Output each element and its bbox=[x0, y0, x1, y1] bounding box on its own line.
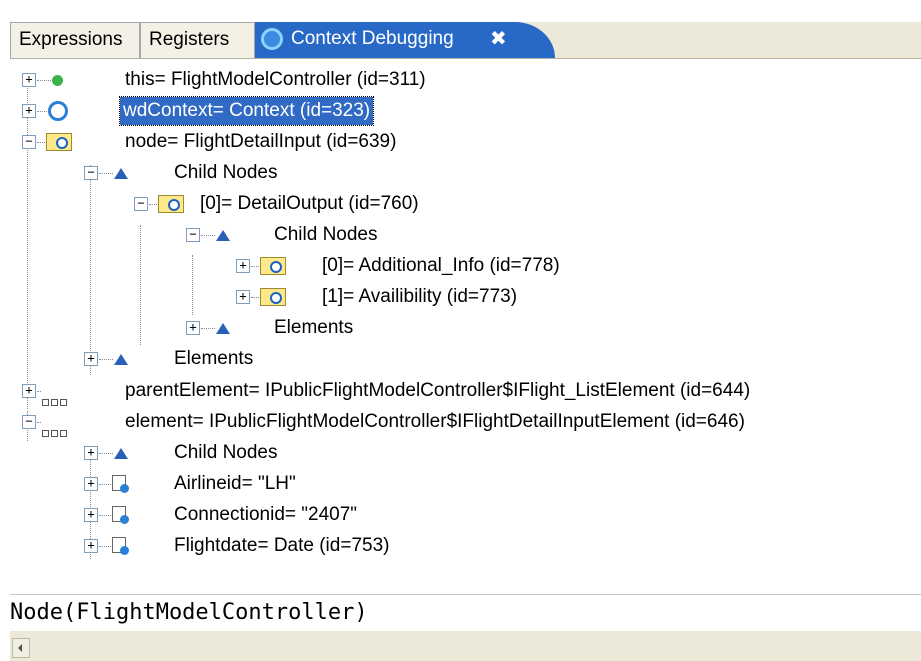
tab-expressions[interactable]: Expressions bbox=[10, 22, 140, 58]
expand-icon[interactable]: + bbox=[84, 446, 98, 460]
detail-pane: Node(FlightModelController) bbox=[10, 594, 921, 631]
horizontal-scrollbar[interactable] bbox=[10, 631, 921, 661]
expand-icon[interactable]: + bbox=[84, 352, 98, 366]
child-nodes-triangle-icon bbox=[114, 448, 128, 459]
tree-row-label: wdContext= Context (id=323) bbox=[118, 96, 375, 126]
expand-icon[interactable]: + bbox=[22, 73, 36, 87]
tree-row-flightdate[interactable]: + Flightdate= Date (id=753) bbox=[10, 532, 910, 560]
attribute-icon bbox=[112, 475, 129, 493]
tree-row-child-nodes[interactable]: − Child Nodes bbox=[10, 221, 910, 249]
tree-row-element[interactable]: − element= IPublicFlightModelController$… bbox=[10, 408, 910, 437]
collapse-icon[interactable]: − bbox=[22, 415, 36, 429]
close-icon[interactable]: ✖ bbox=[490, 22, 507, 56]
tree-row-parent-element[interactable]: + parentElement= IPublicFlightModelContr… bbox=[10, 377, 910, 406]
detail-text: Node(FlightModelController) bbox=[10, 600, 368, 625]
expand-icon[interactable]: + bbox=[236, 290, 250, 304]
tree-row-wdcontext[interactable]: + wdContext= Context (id=323) bbox=[10, 96, 910, 126]
tree-row-label: Child Nodes bbox=[274, 224, 378, 245]
tree-row-label: Airlineid= "LH" bbox=[174, 473, 296, 494]
tree-row-label: [0]= Additional_Info (id=778) bbox=[322, 255, 560, 276]
tree-row-elements[interactable]: + Elements bbox=[10, 314, 910, 342]
elements-triangle-icon bbox=[114, 354, 128, 365]
tree-row-connectionid[interactable]: + Connectionid= "2407" bbox=[10, 501, 910, 529]
tree-row-label: Child Nodes bbox=[174, 162, 278, 183]
tree-row-label: [0]= DetailOutput (id=760) bbox=[200, 193, 419, 214]
tab-bar: Expressions Registers Context Debugging … bbox=[0, 0, 921, 59]
collapse-icon[interactable]: − bbox=[186, 228, 200, 242]
element-dots-icon bbox=[42, 418, 68, 437]
tree-row-label: Flightdate= Date (id=753) bbox=[174, 535, 390, 556]
node-folder-icon bbox=[260, 288, 286, 306]
tree-row-label: [1]= Availibility (id=773) bbox=[322, 286, 518, 307]
tree-row-child-nodes[interactable]: − Child Nodes bbox=[10, 159, 910, 187]
attribute-icon bbox=[112, 506, 129, 524]
tab-strip: Expressions Registers Context Debugging … bbox=[10, 22, 921, 59]
tree-row-airlineid[interactable]: + Airlineid= "LH" bbox=[10, 470, 910, 498]
child-nodes-triangle-icon bbox=[114, 168, 128, 179]
tree-row-detail-output[interactable]: − [0]= DetailOutput (id=760) bbox=[10, 190, 910, 218]
context-circle-icon bbox=[48, 101, 68, 121]
tab-registers[interactable]: Registers bbox=[140, 22, 255, 58]
tree-row-node[interactable]: − node= FlightDetailInput (id=639) bbox=[10, 128, 910, 156]
tree-row-elements[interactable]: + Elements bbox=[10, 345, 910, 373]
green-dot-icon bbox=[52, 75, 63, 86]
element-dots-icon bbox=[42, 387, 68, 406]
expand-icon[interactable]: + bbox=[84, 539, 98, 553]
node-folder-icon bbox=[158, 195, 184, 213]
expand-icon[interactable]: + bbox=[22, 384, 36, 398]
tree-row-label: Connectionid= "2407" bbox=[174, 504, 358, 525]
tab-context-debugging[interactable]: Context Debugging ✖ bbox=[255, 22, 555, 58]
tree-row-label: element= IPublicFlightModelController$IF… bbox=[125, 411, 745, 432]
tree-row-additional-info[interactable]: + [0]= Additional_Info (id=778) bbox=[10, 252, 910, 280]
expand-icon[interactable]: + bbox=[186, 321, 200, 335]
expand-icon[interactable]: + bbox=[236, 259, 250, 273]
tree-row-label: Child Nodes bbox=[174, 442, 278, 463]
context-debugging-icon bbox=[261, 28, 283, 50]
tree-row-label: node= FlightDetailInput (id=639) bbox=[125, 131, 397, 152]
tree-row-label: parentElement= IPublicFlightModelControl… bbox=[125, 380, 751, 401]
tab-context-debugging-label: Context Debugging bbox=[291, 28, 454, 49]
attribute-icon bbox=[112, 537, 129, 555]
elements-triangle-icon bbox=[216, 323, 230, 334]
expand-icon[interactable]: + bbox=[84, 477, 98, 491]
expand-icon[interactable]: + bbox=[84, 508, 98, 522]
scroll-left-button[interactable] bbox=[12, 638, 30, 658]
tree-row-label: Elements bbox=[274, 317, 354, 338]
node-folder-icon bbox=[260, 257, 286, 275]
child-nodes-triangle-icon bbox=[216, 230, 230, 241]
tree-row-label: this= FlightModelController (id=311) bbox=[125, 69, 426, 90]
tree-row-availibility[interactable]: + [1]= Availibility (id=773) bbox=[10, 283, 910, 311]
tree-row-child-nodes[interactable]: + Child Nodes bbox=[10, 439, 910, 467]
expand-icon[interactable]: + bbox=[22, 104, 36, 118]
collapse-icon[interactable]: − bbox=[134, 197, 148, 211]
node-folder-icon bbox=[46, 133, 72, 151]
collapse-icon[interactable]: − bbox=[22, 135, 36, 149]
collapse-icon[interactable]: − bbox=[84, 166, 98, 180]
tree-row-this[interactable]: + this= FlightModelController (id=311) bbox=[10, 66, 910, 94]
tree-row-label: Elements bbox=[174, 348, 254, 369]
context-tree: + this= FlightModelController (id=311) +… bbox=[10, 59, 921, 594]
